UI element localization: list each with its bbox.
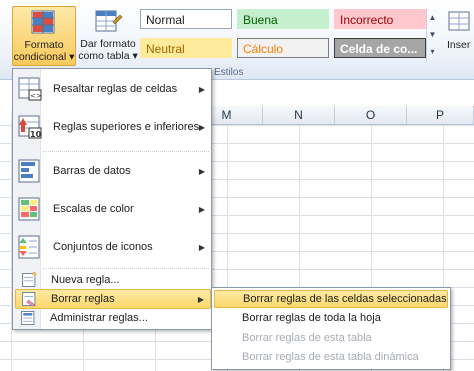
style-incorrecto[interactable]: Incorrecto: [334, 9, 426, 29]
menu-item-clear-rules[interactable]: Borrar reglas ▶: [15, 289, 211, 309]
new-rule-icon: [22, 271, 37, 287]
submenu-item-clear-this-pivot-table: Borrar reglas de esta tabla dinámica: [242, 351, 419, 363]
submenu-item-clear-this-table: Borrar reglas de esta tabla: [242, 332, 372, 344]
menu-item-label: Administrar reglas...: [50, 312, 148, 324]
svg-text:<>: <>: [30, 92, 42, 100]
cell-styles-gallery: Normal Buena Incorrecto Neutral Cálculo …: [140, 9, 426, 61]
menu-item-label: Conjuntos de iconos: [53, 241, 153, 253]
menu-item-label: Resaltar reglas de celdas: [53, 83, 178, 95]
conditional-format-button[interactable]: Formato condicional ▾: [12, 6, 76, 66]
menu-separator: [43, 151, 209, 152]
chevron-down-icon: ▾: [132, 50, 138, 62]
submenu-arrow-icon: ▶: [198, 204, 205, 214]
conditional-format-menu: <> Resaltar reglas de celdas ▶ 10 Reglas…: [12, 68, 212, 330]
insert-label: Inser: [447, 39, 471, 51]
conditional-format-label-1: Formato: [24, 39, 64, 51]
menu-item-highlight-cells-rules[interactable]: <> Resaltar reglas de celdas ▶: [15, 73, 211, 105]
chevron-down-icon: ▾: [69, 51, 75, 63]
menu-item-top-bottom-rules[interactable]: 10 Reglas superiores e inferiores ▶: [15, 111, 211, 143]
insert-cells-icon: [448, 11, 470, 31]
submenu-arrow-icon: ▶: [198, 84, 205, 94]
style-normal[interactable]: Normal: [140, 9, 232, 29]
submenu-arrow-icon: ▶: [198, 166, 205, 176]
style-celda-de-comprobacion[interactable]: Celda de co...: [334, 38, 426, 58]
clear-rules-icon: [22, 292, 36, 307]
svg-text:10: 10: [30, 130, 42, 139]
manage-rules-icon: [21, 311, 35, 325]
format-as-table-label-1: Dar formato: [80, 38, 136, 50]
submenu-item-clear-entire-sheet[interactable]: Borrar reglas de toda la hoja: [214, 310, 448, 328]
menu-item-label: Escalas de color: [53, 203, 134, 215]
menu-separator: [43, 268, 209, 269]
submenu-arrow-icon: ▶: [198, 122, 205, 132]
format-as-table-label-2: como tabla ▾: [78, 50, 138, 62]
scroll-down-icon[interactable]: ▼: [427, 26, 438, 43]
format-as-table-icon: [95, 10, 123, 32]
gallery-scrollbar[interactable]: ▲ ▼ ▾: [426, 9, 438, 61]
submenu-arrow-icon: ▶: [198, 242, 205, 252]
format-as-table-button[interactable]: Dar formato como tabla ▾: [78, 6, 138, 66]
clear-rules-submenu: Borrar reglas de las celdas seleccionada…: [211, 287, 451, 370]
menu-item-label: Reglas superiores e inferiores: [53, 121, 200, 133]
column-header-o[interactable]: O: [335, 106, 407, 125]
menu-item-new-rule[interactable]: Nueva regla...: [15, 270, 211, 290]
menu-item-color-scales[interactable]: Escalas de color ▶: [15, 193, 211, 225]
style-neutral[interactable]: Neutral: [140, 38, 232, 58]
conditional-format-icon: [31, 10, 55, 34]
color-scales-icon: [18, 197, 40, 221]
highlight-cells-rules-icon: <>: [18, 77, 42, 101]
menu-item-icon-sets[interactable]: Conjuntos de iconos ▶: [15, 231, 211, 263]
column-header-n[interactable]: N: [263, 106, 335, 125]
data-bars-icon: [18, 159, 40, 183]
submenu-item-clear-selected-cells[interactable]: Borrar reglas de las celdas seleccionada…: [214, 290, 448, 308]
menu-item-label: Borrar reglas: [51, 293, 115, 305]
insert-button[interactable]: Inser: [447, 6, 474, 66]
scroll-up-icon[interactable]: ▲: [427, 9, 438, 26]
menu-item-label: Barras de datos: [53, 165, 131, 177]
more-styles-icon[interactable]: ▾: [427, 43, 438, 60]
style-buena[interactable]: Buena: [237, 9, 329, 29]
menu-item-label: Nueva regla...: [51, 274, 120, 286]
submenu-arrow-icon: ▶: [197, 294, 204, 304]
styles-group-label: Estilos: [214, 67, 244, 78]
top-bottom-rules-icon: 10: [18, 115, 42, 139]
style-calculo[interactable]: Cálculo: [237, 38, 329, 58]
conditional-format-label-2: condicional ▾: [13, 51, 75, 63]
icon-sets-icon: [18, 235, 40, 259]
menu-item-manage-rules[interactable]: Administrar reglas...: [15, 308, 211, 328]
column-header-p[interactable]: P: [407, 106, 474, 125]
menu-item-data-bars[interactable]: Barras de datos ▶: [15, 155, 211, 187]
